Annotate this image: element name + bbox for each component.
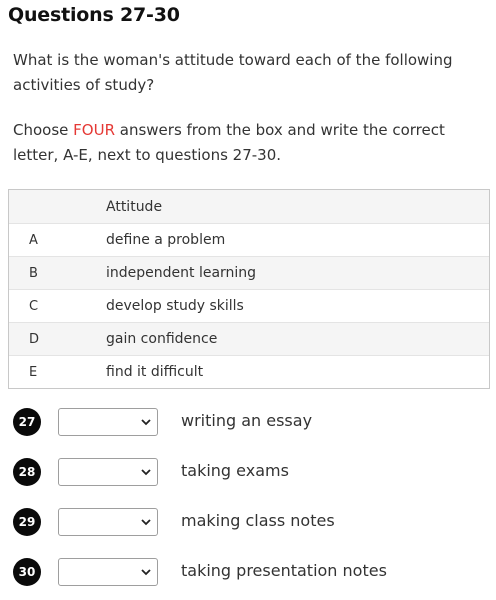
chevron-down-icon <box>141 469 151 476</box>
intro-paragraph: What is the woman's attitude toward each… <box>13 51 453 94</box>
chevron-down-icon <box>141 419 151 426</box>
question-row-29: 29 making class notes <box>13 507 335 537</box>
table-row: D gain confidence <box>9 322 489 355</box>
option-letter: A <box>29 232 38 248</box>
chevron-down-icon <box>141 519 151 526</box>
question-label: writing an essay <box>181 411 313 430</box>
table-header: Attitude <box>106 198 163 215</box>
answer-select-29[interactable] <box>58 508 158 536</box>
table-row: A define a problem <box>9 223 489 256</box>
answer-select-30[interactable] <box>58 558 158 586</box>
options-table: Attitude A define a problem B independen… <box>8 189 490 389</box>
answer-select-28[interactable] <box>58 458 158 486</box>
option-text: define a problem <box>106 232 226 248</box>
question-row-28: 28 taking exams <box>13 457 289 487</box>
answer-select-27[interactable] <box>58 408 158 436</box>
option-text: develop study skills <box>106 298 244 314</box>
table-row: C develop study skills <box>9 289 489 322</box>
table-row: E find it difficult <box>9 355 489 388</box>
option-letter: E <box>29 364 38 380</box>
option-text: find it difficult <box>106 364 204 380</box>
question-number-badge: 29 <box>13 508 41 536</box>
question-title: Questions 27-30 <box>8 4 180 26</box>
question-label: taking exams <box>181 461 289 480</box>
chevron-down-icon <box>141 569 151 576</box>
table-row: B independent learning <box>9 256 489 289</box>
option-letter: B <box>29 265 38 281</box>
question-number-badge: 27 <box>13 408 41 436</box>
option-text: gain confidence <box>106 331 218 347</box>
question-row-30: 30 taking presentation notes <box>13 557 387 587</box>
option-letter: D <box>29 331 40 347</box>
question-number-badge: 28 <box>13 458 41 486</box>
question-label: making class notes <box>181 511 335 530</box>
question-label: taking presentation notes <box>181 561 387 580</box>
question-number-badge: 30 <box>13 558 41 586</box>
instruction-paragraph: Choose FOUR answers from the box and wri… <box>13 118 483 168</box>
instruction-highlight: FOUR <box>73 121 115 139</box>
option-text: independent learning <box>106 265 257 281</box>
option-letter: C <box>29 298 39 314</box>
instruction-text-before: Choose <box>13 121 74 139</box>
question-row-27: 27 writing an essay <box>13 407 312 437</box>
table-header-row: Attitude <box>9 190 489 223</box>
